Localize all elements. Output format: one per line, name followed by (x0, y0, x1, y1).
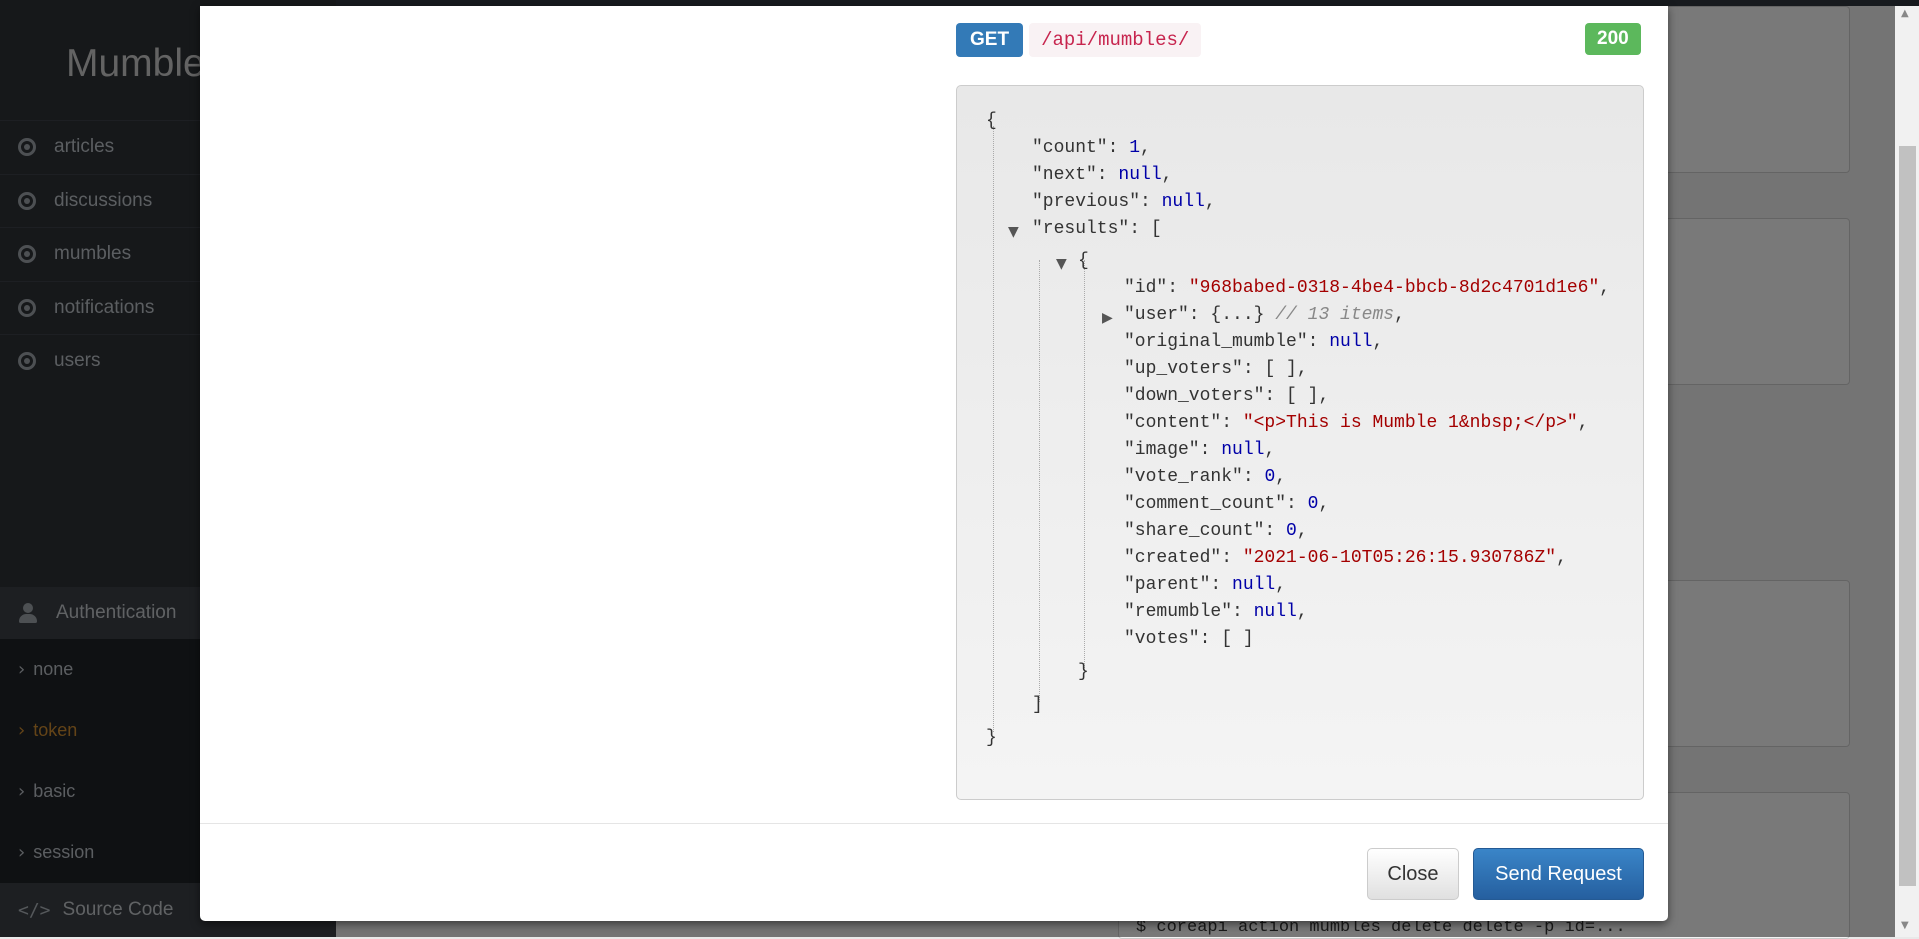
json-line-count: "count": 1, (1032, 138, 1151, 158)
json-line-share-count: "share_count": 0, (1124, 521, 1308, 541)
json-line-content: "content": "<p>This is Mumble 1&nbsp;</p… (1124, 413, 1589, 433)
http-method-badge: GET (956, 23, 1024, 57)
indent-guide (993, 126, 994, 732)
indent-guide (1039, 260, 1040, 702)
json-line-image: "image": null, (1124, 440, 1276, 460)
json-line-created: "created": "2021-06-10T05:26:15.930786Z"… (1124, 548, 1567, 568)
json-line-vote-rank: "vote_rank": 0, (1124, 467, 1287, 487)
json-line-id: "id": "968babed-0318-4be4-bbcb-8d2c4701d… (1124, 278, 1611, 298)
json-line-original-mumble: "original_mumble": null, (1124, 332, 1384, 352)
scroll-up-arrow-icon[interactable]: ▲ (1901, 8, 1909, 19)
json-line-up-voters: "up_voters": [ ], (1124, 359, 1308, 379)
close-button[interactable]: Close (1367, 848, 1459, 900)
json-line-parent: "parent": null, (1124, 575, 1287, 595)
request-path: /api/mumbles/ (1029, 23, 1202, 57)
response-body: { "count": 1, "next": null, "previous": … (956, 85, 1644, 800)
collapse-toggle-icon[interactable]: ▼ (1056, 256, 1067, 272)
json-line-comment-count: "comment_count": 0, (1124, 494, 1330, 514)
json-array-close: ] (1032, 695, 1043, 715)
json-object-close: } (1078, 662, 1089, 682)
json-open-brace: { (986, 111, 997, 131)
scroll-down-arrow-icon[interactable]: ▼ (1901, 920, 1909, 931)
json-line-results: "results": [ (1032, 219, 1162, 239)
status-code-badge: 200 (1585, 23, 1641, 55)
json-line-remumble: "remumble": null, (1124, 602, 1308, 622)
json-close-brace: } (986, 728, 997, 748)
send-request-button[interactable]: Send Request (1473, 848, 1644, 900)
collapse-toggle-icon[interactable]: ▼ (1008, 224, 1019, 240)
scrollbar-thumb[interactable] (1899, 146, 1916, 886)
json-line-user: "user": {...} // 13 items, (1124, 305, 1405, 325)
modal-footer-divider (200, 823, 1668, 824)
json-line-votes: "votes": [ ] (1124, 629, 1254, 649)
indent-guide (1084, 260, 1085, 670)
json-line-previous: "previous": null, (1032, 192, 1216, 212)
expand-toggle-icon[interactable]: ▶ (1102, 310, 1113, 326)
json-line-down-voters: "down_voters": [ ], (1124, 386, 1330, 406)
request-line: GET /api/mumbles/ (956, 23, 1202, 57)
response-modal: GET /api/mumbles/ 200 { "count": 1, "nex… (200, 6, 1668, 921)
json-line-next: "next": null, (1032, 165, 1173, 185)
json-object-open: { (1078, 251, 1089, 271)
